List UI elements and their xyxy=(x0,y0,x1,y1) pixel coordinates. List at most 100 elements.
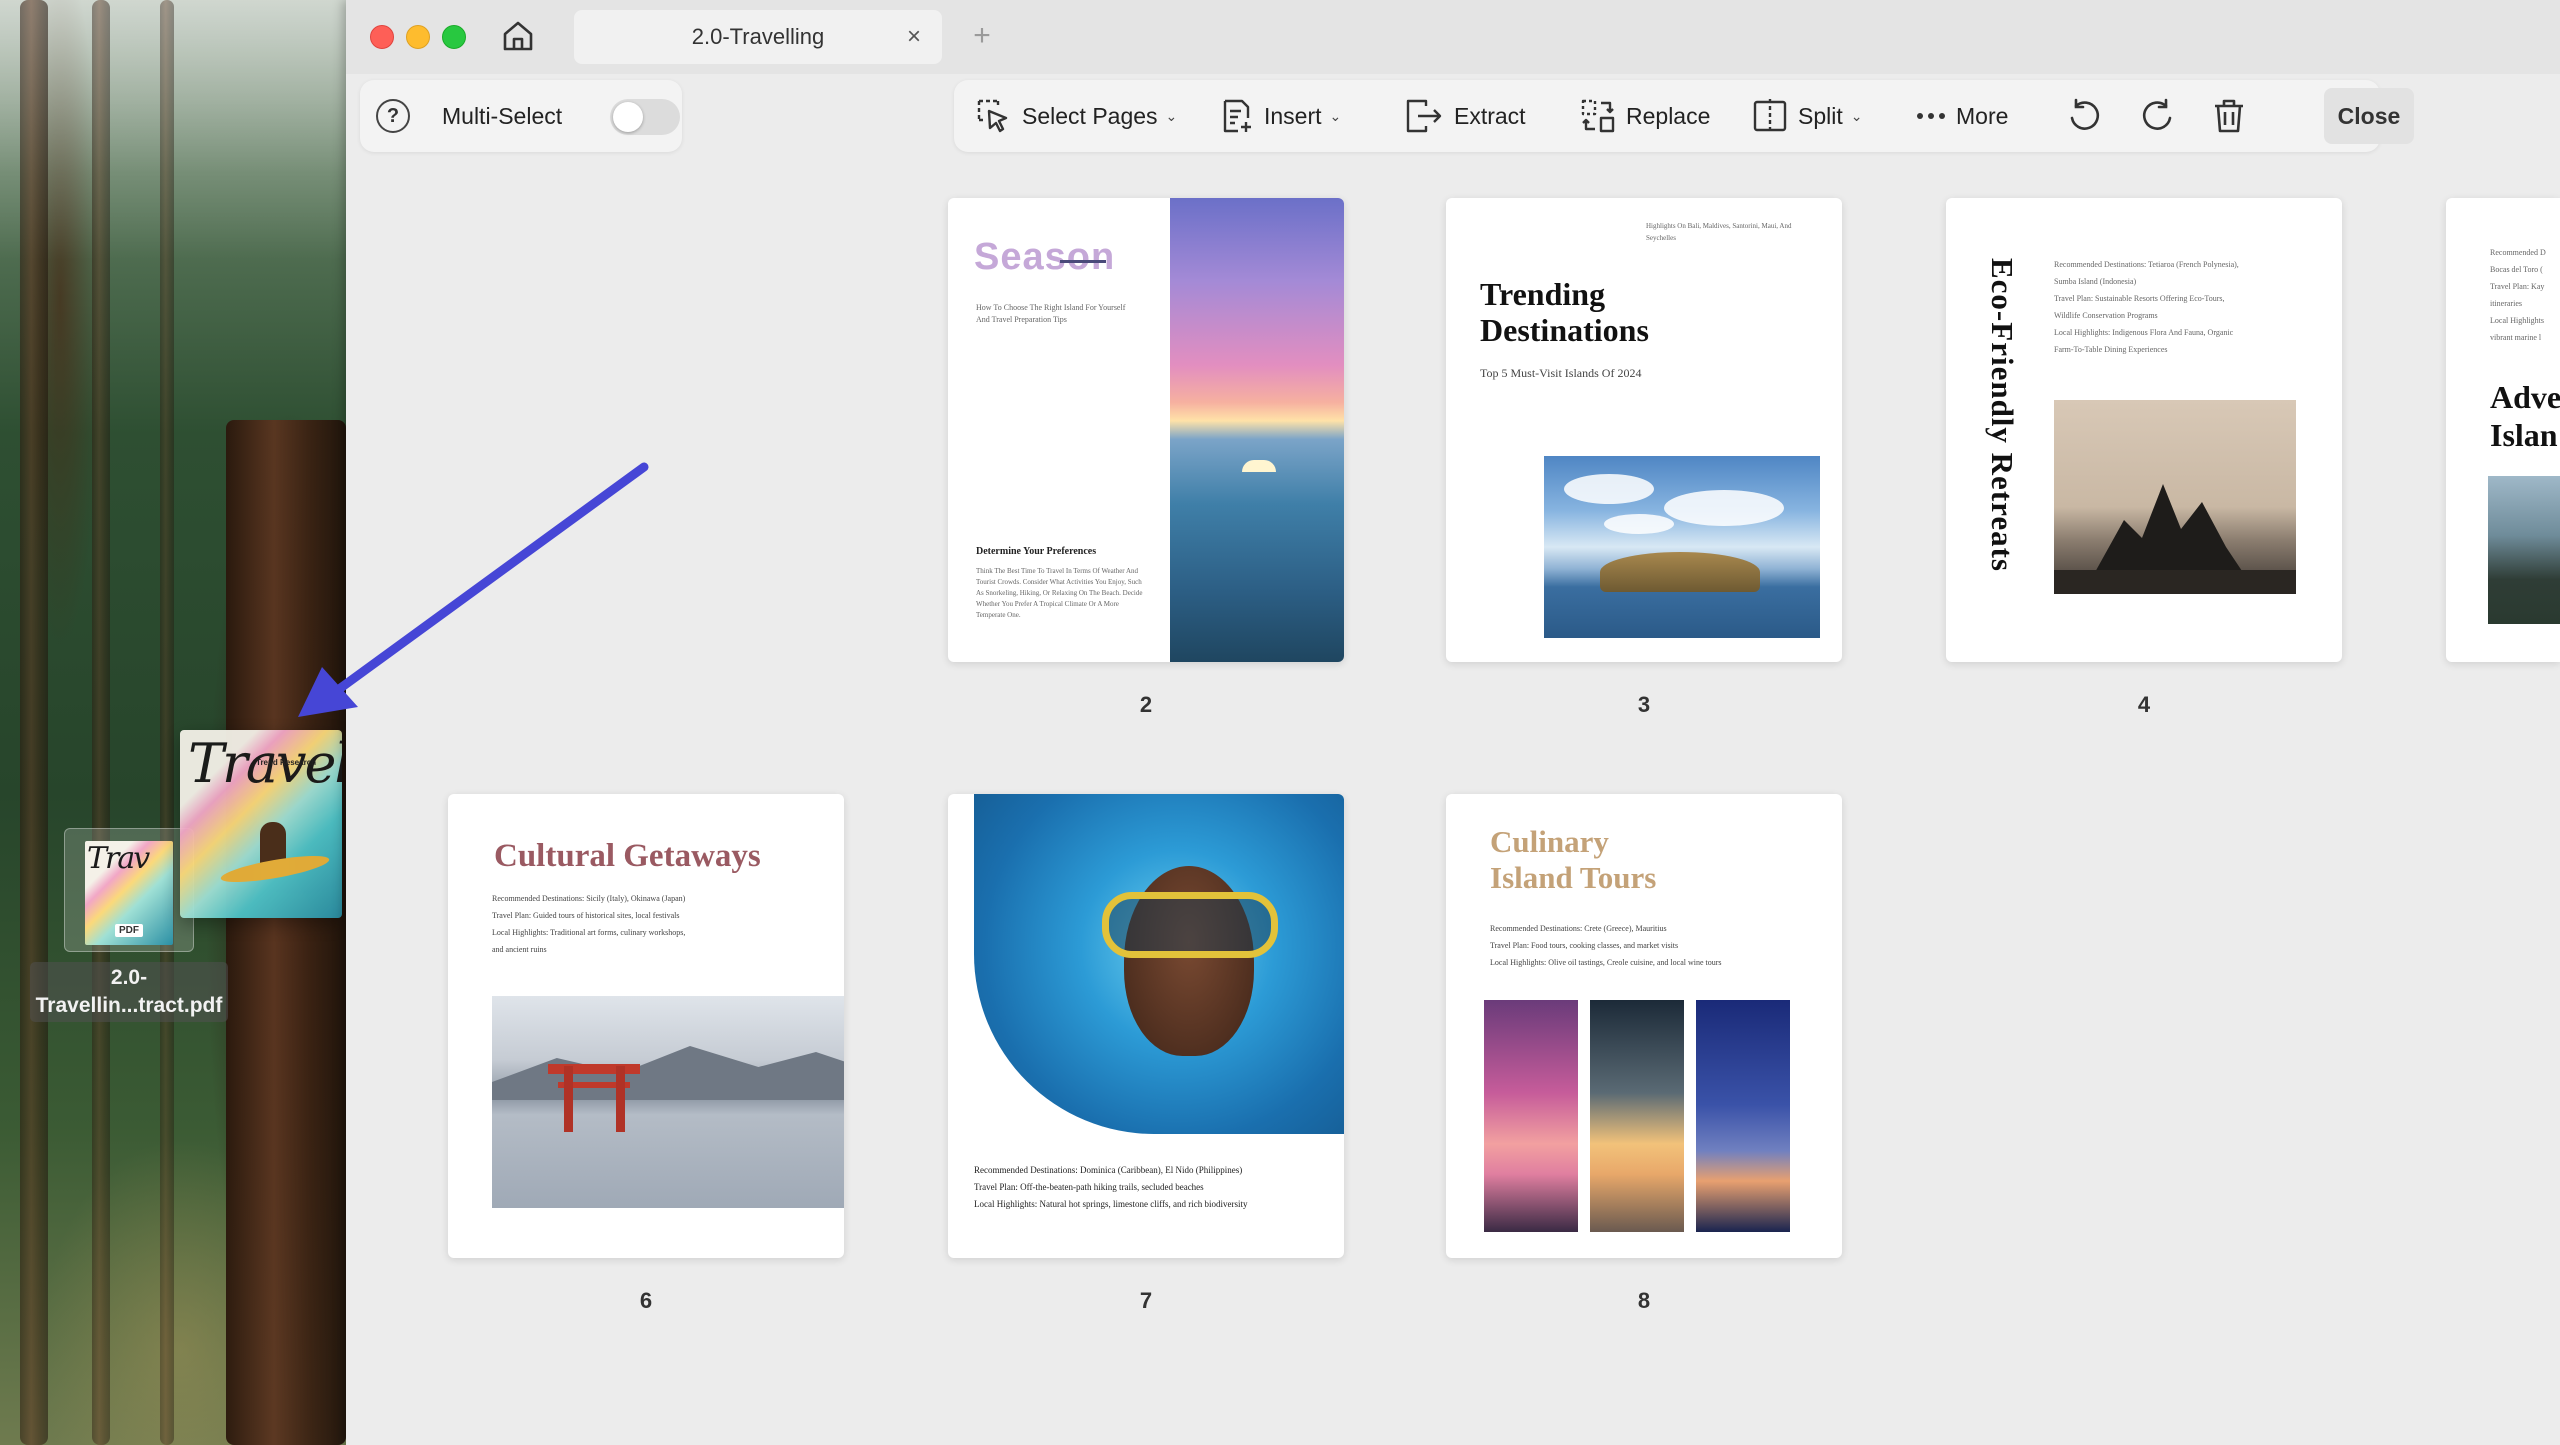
page-number-7: 7 xyxy=(1139,1288,1153,1313)
multi-select-label: Multi-Select xyxy=(442,103,563,129)
page-2-title: Season xyxy=(974,236,1116,278)
diving-mask xyxy=(1102,892,1278,958)
new-tab-button[interactable]: + xyxy=(962,16,1002,56)
page-6-line: Travel Plan: Guided tours of historical … xyxy=(492,911,680,920)
page-2-subtitle: How To Choose The Right Island For Yours… xyxy=(976,303,1126,324)
page-thumbnail-3[interactable]: Highlights On Bali, Maldives, Santorini,… xyxy=(1446,198,1842,662)
island-sky-photo xyxy=(1544,456,1820,638)
page-4-text-block: Recommended Destinations: Tetiaroa (Fren… xyxy=(2054,256,2324,358)
torii-gate-photo xyxy=(492,996,844,1208)
split-button[interactable]: Split ⌄ xyxy=(1752,80,1862,152)
torii-pillar xyxy=(564,1066,573,1132)
delete-button[interactable] xyxy=(2212,80,2246,152)
drag-direction-arrow-icon xyxy=(298,462,649,717)
file-thumbnail: Trav PDF xyxy=(85,841,173,945)
tree-trunk xyxy=(160,0,174,1445)
tab-close-icon[interactable]: × xyxy=(900,23,928,51)
page-5-text-block: Recommended D Bocas del Toro ( Travel Pl… xyxy=(2490,244,2560,346)
page-thumbnail-2[interactable]: Season How To Choose The Right Island Fo… xyxy=(948,198,1344,662)
coastal-photo xyxy=(2488,476,2560,624)
page-4-title: Eco-Friendly Retreats xyxy=(1985,258,2020,572)
page-4-line: Recommended Destinations: Tetiaroa (Fren… xyxy=(2054,260,2239,269)
insert-label: Insert xyxy=(1264,102,1322,129)
home-button[interactable] xyxy=(496,16,540,56)
palm-beach-photo xyxy=(1590,1000,1684,1232)
page-7-line: Local Highlights: Natural hot springs, l… xyxy=(974,1199,1248,1209)
page-6-line: Local Highlights: Traditional art forms,… xyxy=(492,928,686,937)
rock-formation-photo xyxy=(2054,400,2296,594)
rock-shape xyxy=(2094,484,2244,574)
more-dots-icon xyxy=(1917,113,1945,119)
page-thumbnail-5[interactable]: Recommended D Bocas del Toro ( Travel Pl… xyxy=(2446,198,2560,662)
sunset-sea-photo xyxy=(1484,1000,1578,1232)
file-name-line2: Travellin...tract.pdf xyxy=(35,994,223,1017)
page-5-title-line1: Adve xyxy=(2490,379,2560,415)
page-3-title-line2: Destinations xyxy=(1480,312,1649,348)
page-thumbnail-8[interactable]: Culinary Island Tours Recommended Destin… xyxy=(1446,794,1842,1258)
page-thumbnail-7[interactable]: Recommended Destinations: Dominica (Cari… xyxy=(948,794,1344,1258)
window-close-button[interactable] xyxy=(370,25,394,49)
replace-button[interactable]: Replace xyxy=(1580,80,1710,152)
cloud-shape xyxy=(1604,514,1674,534)
page-number-2: 2 xyxy=(1139,692,1153,717)
page-6-line: Recommended Destinations: Sicily (Italy)… xyxy=(492,894,686,903)
page-8-text-block: Recommended Destinations: Crete (Greece)… xyxy=(1490,920,1830,971)
page-6-text-block: Recommended Destinations: Sicily (Italy)… xyxy=(492,890,832,958)
page-5-title-line2: Islan xyxy=(2490,417,2558,453)
chevron-down-icon: ⌄ xyxy=(1850,107,1863,124)
extract-label: Extract xyxy=(1454,102,1526,129)
more-label: More xyxy=(1956,102,2009,129)
help-icon[interactable]: ? xyxy=(376,99,410,133)
more-button[interactable]: More xyxy=(1916,80,2008,152)
page-3-header-note: Highlights On Bali, Maldives, Santorini,… xyxy=(1646,222,1792,242)
page-5-line: Recommended D xyxy=(2490,248,2546,257)
pdf-file-icon: Trav PDF xyxy=(64,828,194,952)
title-bar: 2.0-Travelling × + xyxy=(346,0,2560,74)
diver-photo xyxy=(974,794,1344,1134)
page-thumbnail-4[interactable]: Eco-Friendly Retreats Recommended Destin… xyxy=(1946,198,2342,662)
page-3-title: Trending Destinations xyxy=(1480,276,1649,348)
close-button[interactable]: Close xyxy=(2324,88,2414,144)
rotate-left-icon xyxy=(2070,98,2100,130)
multi-select-toggle[interactable] xyxy=(610,99,680,135)
page-6-line: and ancient ruins xyxy=(492,945,547,954)
title-strike-line xyxy=(1060,260,1106,263)
rotate-right-icon xyxy=(2142,98,2172,130)
extract-page-icon xyxy=(1406,99,1442,133)
sunset-ocean-photo xyxy=(1170,198,1344,662)
select-pages-button[interactable]: Select Pages ⌄ xyxy=(976,80,1177,152)
cloud-shape xyxy=(1664,490,1784,526)
rotate-left-button[interactable] xyxy=(2066,80,2102,152)
page-8-line: Travel Plan: Food tours, cooking classes… xyxy=(1490,941,1679,950)
page-toolbar: Select Pages ⌄ Insert ⌄ Extract Replace … xyxy=(954,80,2414,152)
torii-pillar xyxy=(616,1066,625,1132)
split-page-icon xyxy=(1753,99,1787,133)
select-pages-label: Select Pages xyxy=(1022,102,1158,129)
page-4-line: Travel Plan: Sustainable Resorts Offerin… xyxy=(2054,294,2225,303)
drag-ghost-page[interactable]: Travel Trend Research xyxy=(180,730,342,918)
rotate-right-button[interactable] xyxy=(2140,80,2176,152)
toggle-knob xyxy=(613,102,643,132)
extract-button[interactable]: Extract xyxy=(1404,80,1526,152)
page-5-line: vibrant marine l xyxy=(2490,333,2542,342)
page-8-line: Local Highlights: Olive oil tastings, Cr… xyxy=(1490,958,1722,967)
insert-button[interactable]: Insert ⌄ xyxy=(1220,80,1341,152)
document-tab[interactable]: 2.0-Travelling × xyxy=(574,10,942,64)
tab-title: 2.0-Travelling xyxy=(691,24,825,49)
app-window: 2.0-Travelling × + ? Multi-Select Select… xyxy=(346,0,2560,1445)
page-8-title-line2: Island Tours xyxy=(1490,860,1657,895)
chevron-down-icon: ⌄ xyxy=(1165,107,1178,124)
tree-trunk xyxy=(20,0,48,1445)
home-icon xyxy=(503,21,533,51)
page-thumbnail-6[interactable]: Cultural Getaways Recommended Destinatio… xyxy=(448,794,844,1258)
cloud-shape xyxy=(1564,474,1654,504)
page-number-6: 6 xyxy=(639,1288,653,1313)
page-3-subtitle: Top 5 Must-Visit Islands Of 2024 xyxy=(1480,366,1642,380)
window-maximize-button[interactable] xyxy=(442,25,466,49)
page-7-line: Recommended Destinations: Dominica (Cari… xyxy=(974,1165,1243,1175)
file-name-line1: 2.0- xyxy=(110,966,148,989)
page-5-title: Adve Islan xyxy=(2490,378,2560,454)
window-minimize-button[interactable] xyxy=(406,25,430,49)
page-5-line: Bocas del Toro ( xyxy=(2490,265,2543,274)
trash-icon xyxy=(2215,99,2243,133)
